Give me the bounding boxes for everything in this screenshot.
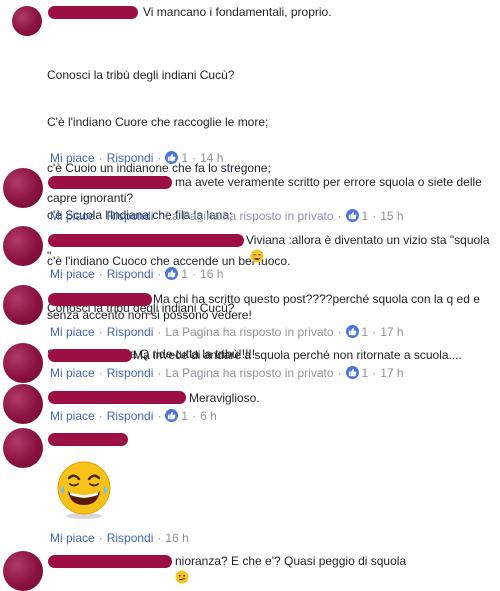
like-link[interactable]: Mi piace [50, 531, 95, 545]
reply-link[interactable]: Rispondi [107, 151, 154, 165]
like-thumb-icon[interactable] [165, 409, 179, 422]
timestamp[interactable]: 16 h [200, 267, 223, 281]
timestamp[interactable]: 17 h [380, 366, 403, 380]
reply-link[interactable]: Rispondi [107, 531, 154, 545]
comment-text: Ma chi ha scritto questo post????perché … [47, 292, 484, 322]
comment-text-content: nioranza? E che e'? Quasi peggio di squo… [175, 554, 407, 568]
comment-actions: Mi piace · Rispondi · 1 · 16 h [50, 267, 224, 281]
comment-actions: Mi piace · Rispondi · La Pagina ha risposto … [50, 209, 404, 223]
like-count[interactable]: 1 [362, 325, 369, 339]
like-thumb-icon[interactable] [165, 151, 179, 164]
page-replied-privately[interactable]: La Pagina ha risposto in privato [165, 366, 333, 380]
comment-actions: Mi piace · Rispondi · 1 · 6 h [50, 409, 217, 423]
avatar[interactable] [3, 343, 43, 383]
redacted-author-name[interactable] [48, 433, 128, 446]
like-thumb-icon[interactable] [345, 209, 359, 222]
like-count[interactable]: 1 [362, 366, 369, 380]
like-count[interactable]: 1 [181, 409, 188, 423]
laughing-sticker-icon[interactable] [52, 458, 116, 522]
like-link[interactable]: Mi piace [50, 325, 95, 339]
page-replied-privately[interactable]: La Pagina ha risposto in privato [165, 325, 333, 339]
reply-link[interactable]: Rispondi [107, 267, 154, 281]
reply-link[interactable]: Rispondi [107, 409, 154, 423]
confused-face-emoji-icon [47, 570, 189, 589]
reply-link[interactable]: Rispondi [107, 209, 154, 223]
avatar[interactable] [3, 168, 43, 208]
like-thumb-icon[interactable] [345, 366, 359, 379]
reply-link[interactable]: Rispondi [107, 366, 154, 380]
grinning-sweat-emoji-icon [51, 249, 264, 268]
comment-actions: Mi piace · Rispondi · La Pagina ha risposto … [50, 366, 404, 380]
like-thumb-icon[interactable] [165, 267, 179, 280]
comment-text: nioranza? E che e'? Quasi peggio di squo… [47, 554, 494, 588]
comment-text: Vi mancano i fondamentali, proprio. [143, 5, 332, 19]
redacted-author-name[interactable] [48, 6, 138, 19]
avatar[interactable] [3, 226, 43, 266]
like-thumb-icon[interactable] [345, 325, 359, 338]
poem-line: Conosci la tribù degli indiani Cucù? [47, 68, 235, 82]
timestamp[interactable]: 15 h [380, 209, 403, 223]
timestamp[interactable]: 17 h [380, 325, 403, 339]
like-count[interactable]: 1 [181, 267, 188, 281]
timestamp[interactable]: 16 h [165, 531, 188, 545]
timestamp[interactable]: 14 h [200, 151, 223, 165]
comment-text: Viviana :allora è diventato un vizio sta… [47, 233, 494, 267]
avatar[interactable] [3, 551, 43, 591]
avatar[interactable] [3, 384, 43, 424]
timestamp[interactable]: 6 h [200, 409, 217, 423]
reply-link[interactable]: Rispondi [107, 325, 154, 339]
like-count[interactable]: 1 [181, 151, 188, 165]
avatar[interactable] [12, 6, 42, 36]
like-link[interactable]: Mi piace [50, 209, 95, 223]
comment-actions: Mi piace · Rispondi · La Pagina ha risposto … [50, 325, 404, 339]
page-replied-privately[interactable]: La Pagina ha risposto in privato [165, 209, 333, 223]
like-link[interactable]: Mi piace [50, 151, 95, 165]
comment-text: Meraviglioso. [189, 391, 260, 405]
like-link[interactable]: Mi piace [50, 409, 95, 423]
poem-line: C'è l'indiano Cuore che raccoglie le mor… [47, 114, 269, 129]
like-link[interactable]: Mi piace [50, 366, 95, 380]
avatar[interactable] [3, 428, 43, 468]
comment-text: Ma invece di andare a squola perché non … [133, 348, 462, 362]
avatar[interactable] [3, 285, 43, 325]
comment-text: ma avete veramente scritto per errore sq… [47, 175, 486, 205]
comment-actions: Mi piace · Rispondi · 1 · 14 h [50, 151, 224, 165]
comment-actions: Mi piace · Rispondi · 16 h [50, 531, 189, 545]
like-link[interactable]: Mi piace [50, 267, 95, 281]
like-count[interactable]: 1 [362, 209, 369, 223]
